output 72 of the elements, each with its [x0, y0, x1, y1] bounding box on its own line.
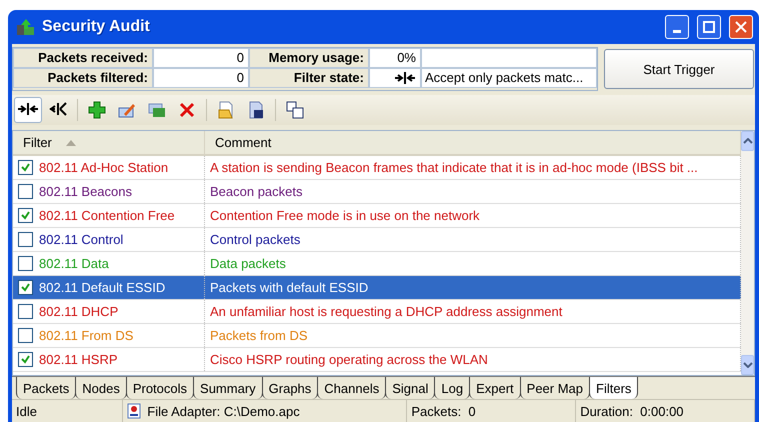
checkbox[interactable] — [18, 280, 33, 295]
filter-row[interactable]: 802.11 Beacons Beacon packets — [13, 180, 741, 204]
scroll-down-icon — [742, 362, 752, 368]
filter-row[interactable]: 802.11 HSRP Cisco HSRP routing operating across the WLAN — [13, 348, 741, 372]
filter-row[interactable]: 802.11 Contention Free Contention Free mode is in use on the network — [13, 204, 741, 228]
filter-comment: Packets from DS — [210, 328, 308, 343]
checkbox[interactable] — [18, 160, 33, 175]
filter-name: 802.11 DHCP — [39, 304, 118, 319]
view-tab[interactable]: Filters — [589, 377, 638, 399]
filter-row[interactable]: 802.11 DHCP An unfamiliar host is requesting a DHCP address assignment — [13, 300, 741, 324]
filter-name: 802.11 Data — [39, 256, 109, 271]
windows-icon — [148, 102, 166, 118]
status-text: Idle — [16, 404, 37, 418]
filter-name: 802.11 From DS — [39, 328, 134, 343]
windows-icon — [286, 101, 304, 119]
start-trigger-button[interactable]: Start Trigger — [604, 49, 754, 89]
adapter-icon — [127, 403, 142, 419]
pencil-icon — [118, 102, 136, 118]
stat-value: 0 — [153, 48, 249, 68]
filter-row[interactable]: 802.11 Ad-Hoc Station A station is sending Beacon frames that indicate that it is in ad-hoc mode (IBSS bit ... — [13, 156, 741, 180]
filter-comment: A station is sending Beacon frames that indicate that it is in ad-hoc mode (IBSS bit ... — [210, 160, 698, 175]
minimize-icon — [673, 30, 681, 32]
filter-name: 802.11 HSRP — [39, 352, 118, 367]
save-icon — [247, 101, 265, 119]
filter-name: 802.11 Default ESSID — [39, 280, 166, 295]
filter-row[interactable]: 802.11 Default ESSID Packets with default ESSID — [13, 276, 741, 300]
status-text: Duration: 0:00:00 — [580, 404, 684, 418]
maximize-button[interactable] — [697, 15, 721, 39]
status-text: Packets: 0 — [411, 404, 476, 418]
stat-label: Packets received: — [13, 48, 153, 68]
checkbox[interactable] — [18, 352, 33, 367]
filter-name: 802.11 Ad-Hoc Station — [39, 160, 168, 175]
checkbox[interactable] — [18, 208, 33, 223]
filter-comment: Packets with default ESSID — [210, 280, 368, 295]
close-icon — [735, 21, 747, 33]
filter-name: 802.11 Contention Free — [39, 208, 175, 223]
filter-name: 802.11 Control — [39, 232, 124, 247]
stat-label: Filter state: — [249, 68, 369, 88]
stat-value: Accept only packets matc... — [421, 68, 597, 88]
maximize-icon — [703, 21, 715, 33]
close-icon — [179, 102, 195, 118]
stat-label: Packets filtered: — [13, 68, 153, 88]
filter-comment: Control packets — [210, 232, 300, 247]
checkbox[interactable] — [18, 184, 33, 199]
checkbox[interactable] — [18, 328, 33, 343]
minimize-button[interactable] — [665, 15, 689, 39]
app-icon — [16, 18, 36, 36]
filter-comment: An unfamiliar host is requesting a DHCP address assignment — [210, 304, 562, 319]
checkbox[interactable] — [18, 232, 33, 247]
view-tab[interactable]: Packets — [16, 377, 76, 399]
folder-icon — [217, 101, 235, 119]
filter-comment: Cisco HSRP routing operating across the WLAN — [210, 352, 488, 367]
toolbar-button[interactable] — [14, 97, 42, 123]
filter-row[interactable]: 802.11 Control Control packets — [13, 228, 741, 252]
filter-comment: Data packets — [210, 256, 286, 271]
column-header[interactable]: Filter — [13, 131, 205, 154]
scroll-up-icon — [742, 138, 752, 144]
accept-filter-icon — [394, 71, 416, 85]
reject-filter-icon — [47, 102, 69, 118]
stat-value: 0 — [153, 68, 249, 88]
filter-comment: Beacon packets — [210, 184, 303, 199]
stat-value: 0% — [369, 48, 421, 68]
stat-label: Memory usage: — [249, 48, 369, 68]
status-text: File Adapter: C:\Demo.apc — [147, 404, 300, 418]
checkbox[interactable] — [18, 304, 33, 319]
scrollbar[interactable] — [741, 131, 754, 375]
filter-comment: Contention Free mode is in use on the network — [210, 208, 480, 223]
checkbox[interactable] — [18, 256, 33, 271]
filter-name: 802.11 Beacons — [39, 184, 132, 199]
close-button[interactable] — [729, 15, 753, 39]
window-title: Security Audit — [42, 18, 151, 36]
plus-icon — [88, 101, 106, 119]
